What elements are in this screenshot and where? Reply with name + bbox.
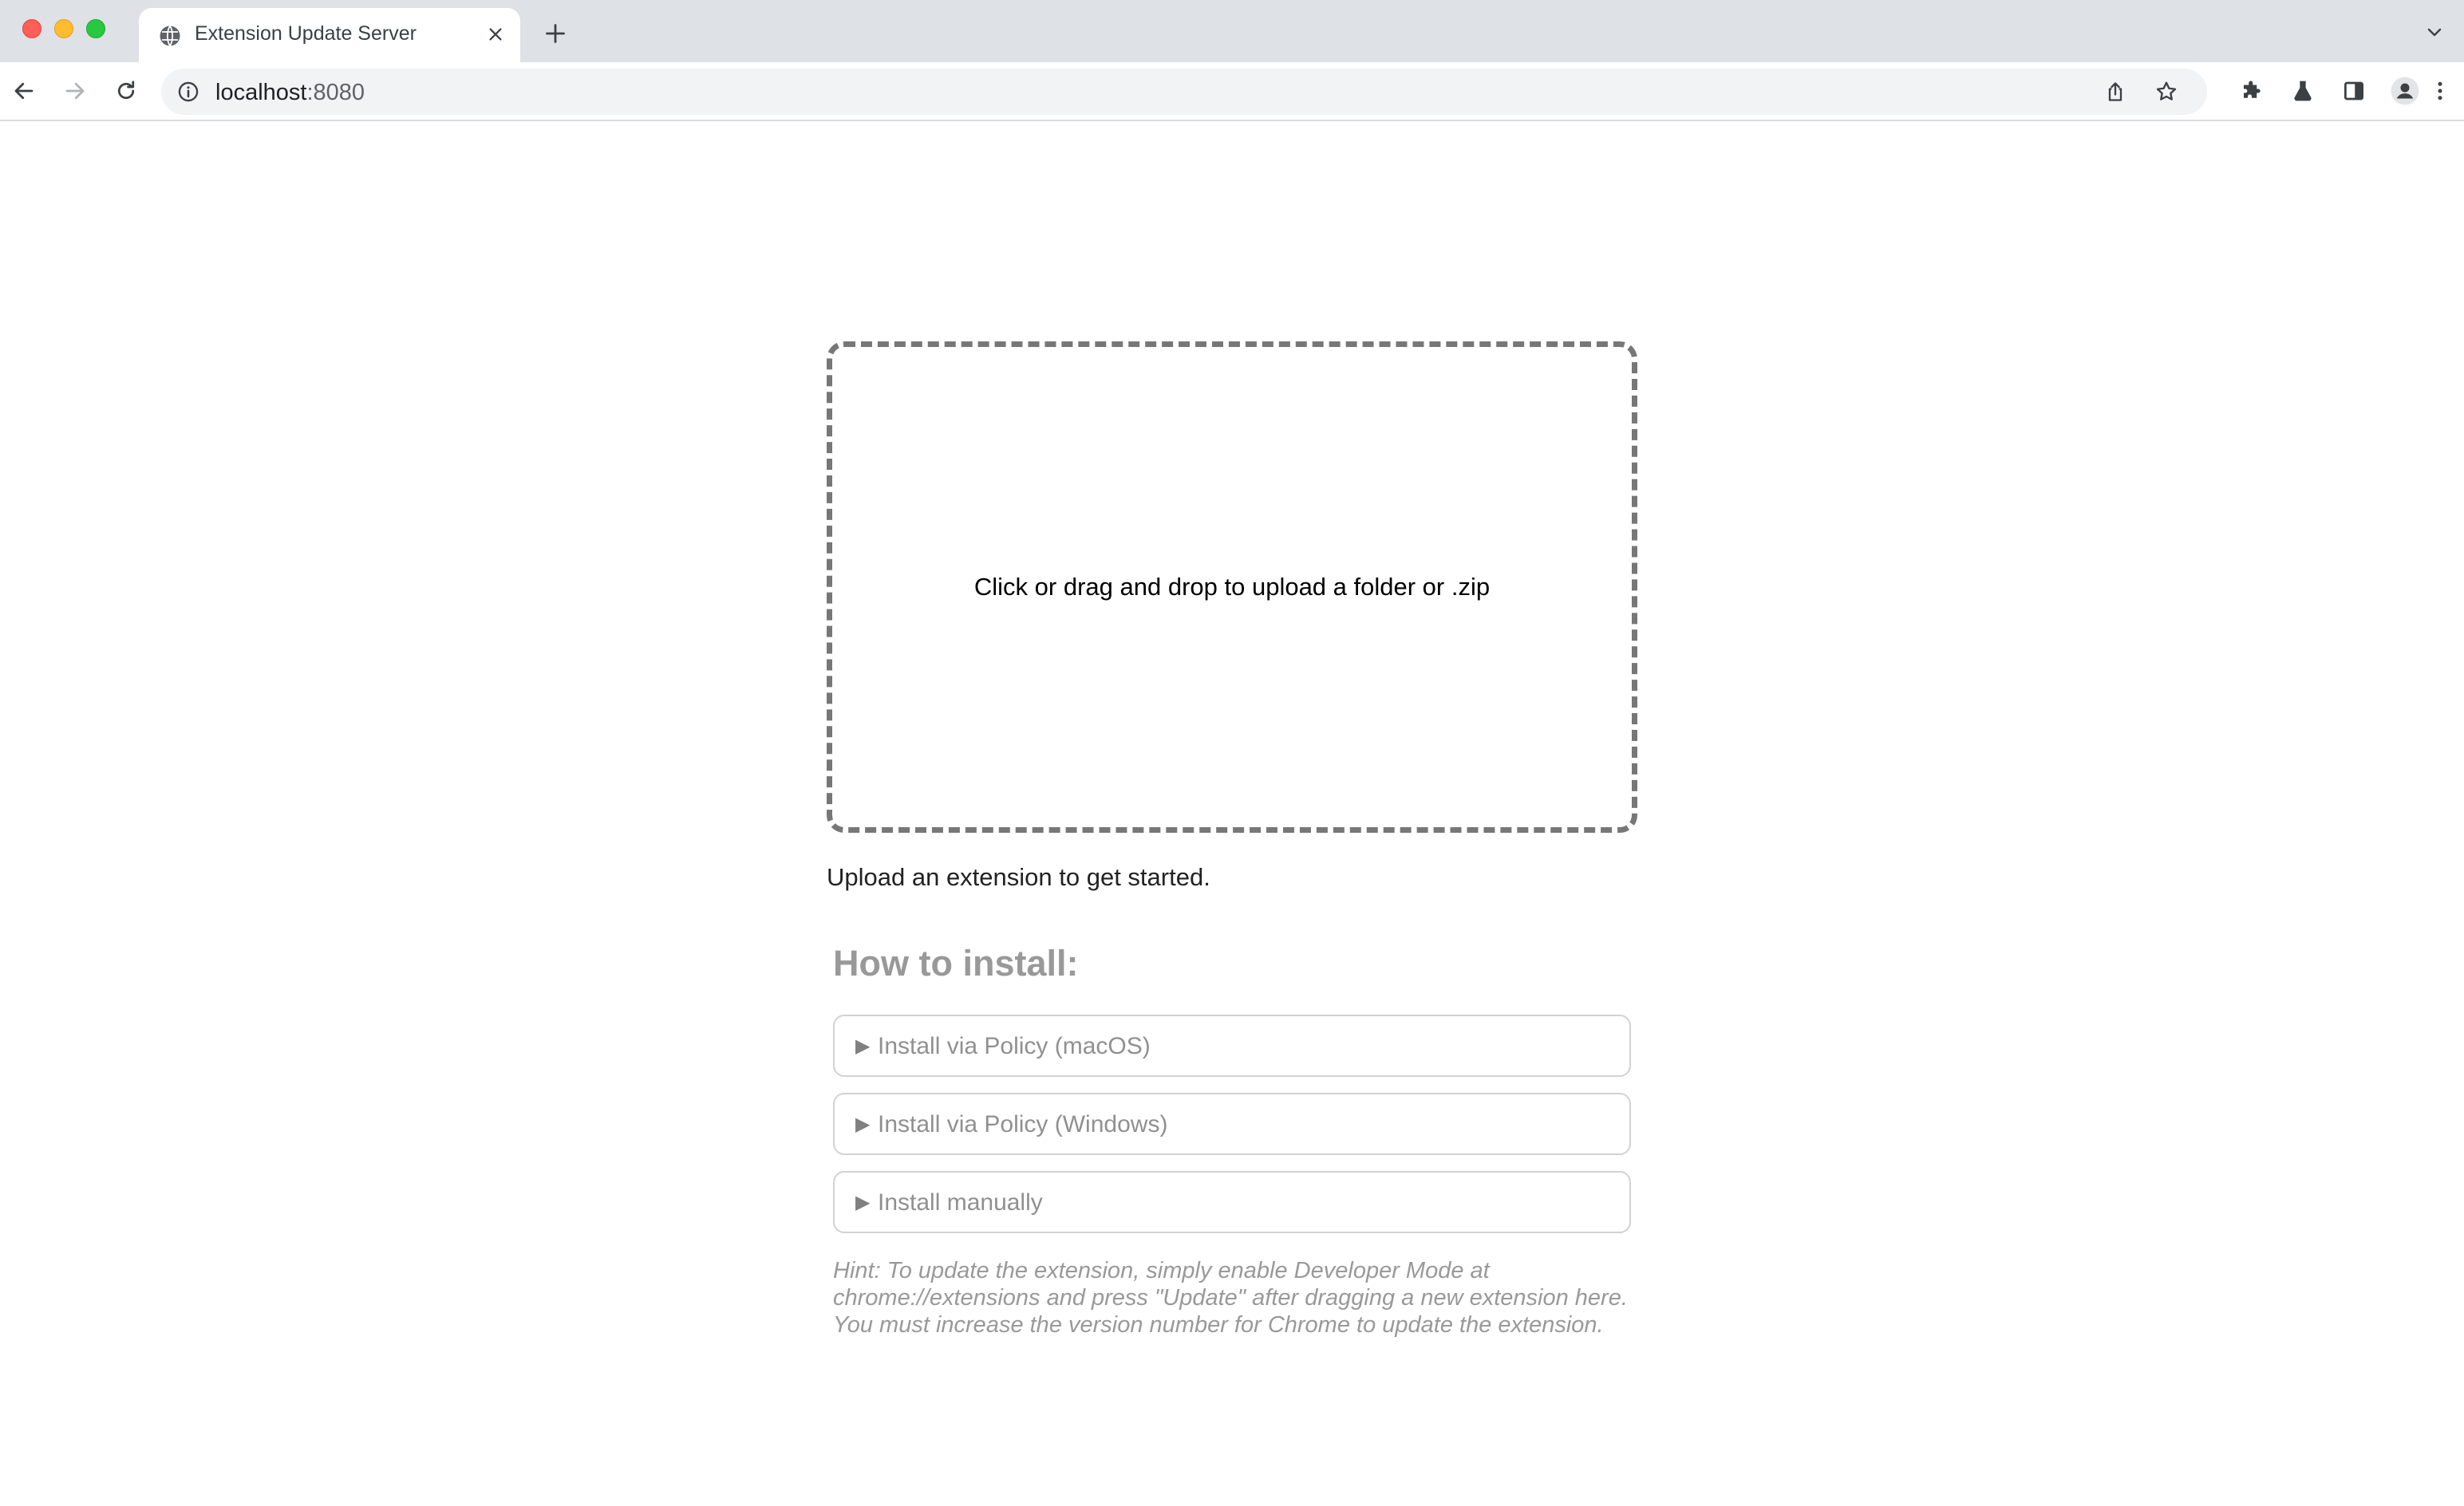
close-icon[interactable] (482, 21, 509, 48)
upload-status: Upload an extension to get started. (827, 863, 1210, 891)
disclosure-triangle-icon: ▶ (855, 1114, 871, 1135)
browser-toolbar: localhost:8080 (0, 62, 2464, 121)
url-port: :8080 (306, 80, 365, 105)
more-vert-icon[interactable] (2423, 73, 2458, 108)
forward-arrow-icon[interactable] (57, 73, 93, 108)
hint-text: Hint: To update the extension, simply en… (833, 1258, 1628, 1338)
flask-icon[interactable] (2285, 73, 2320, 108)
url-text[interactable]: localhost:8080 (215, 80, 365, 106)
info-icon[interactable] (176, 79, 201, 104)
puzzle-icon[interactable] (2234, 73, 2269, 108)
install-policy-macos-section[interactable]: ▶ Install via Policy (macOS) (833, 1015, 1631, 1077)
window-minimize-button[interactable] (54, 19, 73, 38)
install-policy-windows-section[interactable]: ▶ Install via Policy (Windows) (833, 1093, 1631, 1155)
section-label: Install manually (878, 1189, 1043, 1216)
share-icon[interactable] (2100, 77, 2130, 107)
url-host: localhost (215, 80, 307, 105)
reload-icon[interactable] (109, 73, 144, 108)
globe-icon (158, 24, 182, 48)
disclosure-triangle-icon: ▶ (855, 1035, 871, 1057)
window-close-button[interactable] (22, 19, 41, 38)
star-icon[interactable] (2151, 77, 2182, 107)
address-bar[interactable]: localhost:8080 (161, 69, 2207, 115)
page-content: Click or drag and drop to upload a folde… (0, 121, 2464, 1506)
install-manually-section[interactable]: ▶ Install manually (833, 1171, 1631, 1233)
section-label: Install via Policy (Windows) (878, 1111, 1168, 1137)
install-heading: How to install: (833, 943, 1079, 984)
side-panel-icon[interactable] (2336, 73, 2371, 108)
window-maximize-button[interactable] (86, 19, 105, 38)
upload-dropzone[interactable]: Click or drag and drop to upload a folde… (827, 341, 1637, 833)
plus-icon[interactable] (539, 18, 571, 49)
tab-strip: Extension Update Server (0, 0, 2464, 62)
profile-icon[interactable] (2387, 73, 2423, 108)
section-label: Install via Policy (macOS) (878, 1033, 1151, 1059)
dropzone-label: Click or drag and drop to upload a folde… (973, 573, 1491, 601)
tab-title: Extension Update Server (195, 22, 417, 45)
chevron-down-icon[interactable] (2421, 19, 2448, 46)
disclosure-triangle-icon: ▶ (855, 1192, 871, 1213)
browser-tab[interactable]: Extension Update Server (139, 8, 520, 62)
back-arrow-icon[interactable] (6, 73, 41, 108)
